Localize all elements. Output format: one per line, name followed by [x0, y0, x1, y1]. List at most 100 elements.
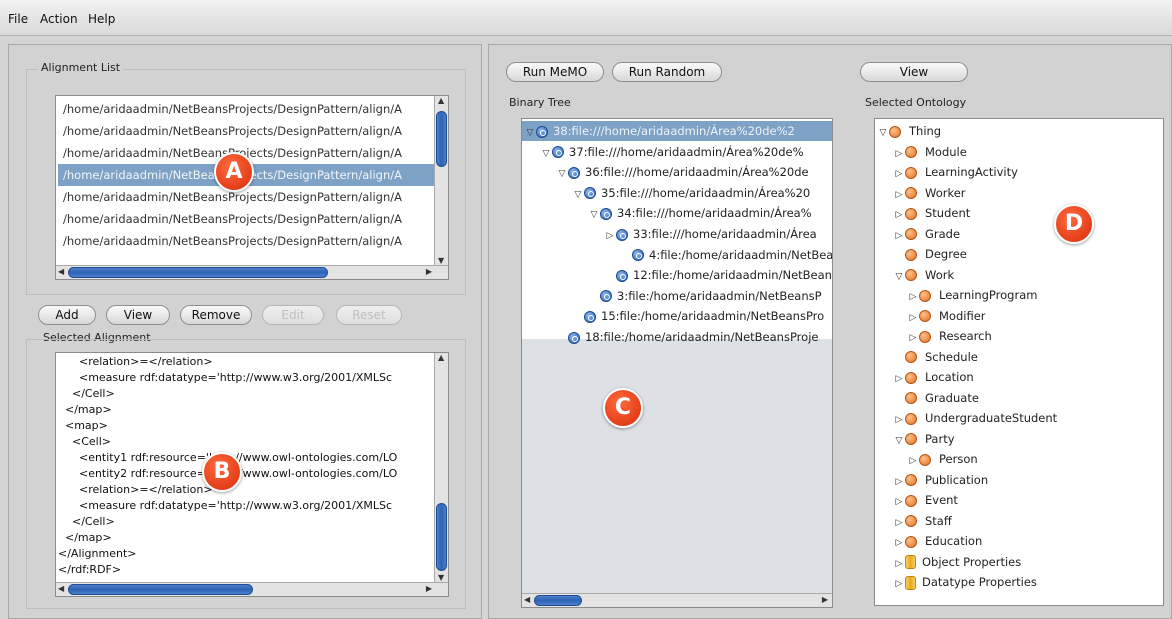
add-button[interactable]: Add: [38, 305, 96, 325]
ontology-node[interactable]: ▷ Module: [893, 142, 967, 162]
alignment-text-vscroll[interactable]: ▲ ▼: [434, 353, 448, 582]
expand-toggle-icon[interactable]: ▷: [907, 308, 919, 328]
binary-tree-view[interactable]: ▽ 38:file:///home/aridaadmin/Área%20de%2 ▽…: [521, 118, 833, 608]
ontology-node[interactable]: ▽ Thing: [877, 121, 942, 143]
edit-button[interactable]: Edit: [262, 305, 324, 325]
alignment-list-item[interactable]: /home/aridaadmin/NetBeansProjects/Design…: [58, 208, 446, 230]
expand-toggle-icon[interactable]: ▷: [893, 144, 905, 164]
ontology-node[interactable]: ▷ UndergraduateStudent: [893, 408, 1058, 430]
expand-toggle-icon[interactable]: ▷: [893, 410, 905, 430]
scroll-right-icon[interactable]: ▶: [426, 267, 432, 276]
expand-toggle-icon[interactable]: ▷: [893, 164, 905, 184]
binary-tree-hscroll[interactable]: ◀ ▶: [522, 593, 832, 607]
scroll-up-icon[interactable]: ▲: [438, 96, 444, 105]
alignment-list-item[interactable]: /home/aridaadmin/NetBeansProjects/Design…: [58, 142, 446, 164]
expand-toggle-icon[interactable]: ▷: [893, 205, 905, 225]
expand-toggle-icon[interactable]: ▷: [893, 554, 905, 574]
scroll-down-icon[interactable]: ▼: [438, 256, 444, 265]
binary-tree-node[interactable]: ▽ 36:file:///home/aridaadmin/Área%20de: [556, 162, 809, 182]
expand-toggle-icon[interactable]: ▷: [893, 492, 905, 512]
expand-toggle-icon[interactable]: ▷: [893, 533, 905, 553]
remove-button[interactable]: Remove: [180, 305, 252, 325]
ontology-node[interactable]: ▷ Event: [893, 490, 958, 510]
alignment-list[interactable]: /home/aridaadmin/NetBeansProjects/Design…: [55, 95, 449, 280]
ontology-tree-view[interactable]: ▽ Thing ▷ Module ▷ LearningActivity ▷ Worker ▷ St…: [874, 118, 1164, 606]
ontology-node[interactable]: ▽ Work: [893, 265, 955, 287]
ontology-node[interactable]: ▷ Location: [893, 367, 974, 387]
ontology-node[interactable]: ▷ Worker: [893, 183, 966, 203]
binary-tree-node[interactable]: ▷ 33:file:///home/aridaadmin/Área: [604, 224, 817, 244]
scroll-thumb[interactable]: [436, 111, 447, 167]
binary-tree-node[interactable]: ▽ 35:file:///home/aridaadmin/Área%20: [572, 183, 811, 205]
scroll-thumb[interactable]: [534, 595, 582, 606]
ontology-node[interactable]: ▷ LearningActivity: [893, 162, 1018, 182]
scroll-left-icon[interactable]: ◀: [58, 267, 64, 276]
alignment-list-vscroll[interactable]: ▲ ▼: [434, 96, 448, 265]
alignment-list-item[interactable]: /home/aridaadmin/NetBeansProjects/Design…: [58, 120, 446, 142]
binary-tree-node[interactable]: ▽ 34:file:///home/aridaadmin/Área%: [588, 203, 812, 223]
binary-tree-node-selected[interactable]: ▽ 38:file:///home/aridaadmin/Área%20de%2: [522, 121, 832, 141]
scroll-right-icon[interactable]: ▶: [822, 595, 828, 604]
run-memo-button[interactable]: Run MeMO: [506, 62, 604, 82]
binary-tree-node[interactable]: 4:file:/home/aridaadmin/NetBea: [620, 245, 832, 265]
scroll-thumb[interactable]: [68, 267, 328, 278]
expand-toggle-icon[interactable]: ▽: [572, 185, 584, 205]
alignment-list-item[interactable]: /home/aridaadmin/NetBeansProjects/Design…: [58, 186, 446, 208]
ontology-node[interactable]: ▷ Publication: [893, 470, 989, 492]
menu-help[interactable]: Help: [88, 12, 115, 26]
ontology-node[interactable]: ▷ Grade: [893, 224, 961, 246]
expand-toggle-icon[interactable]: ▷: [893, 513, 905, 533]
expand-toggle-icon[interactable]: ▷: [604, 226, 616, 246]
ontology-node[interactable]: ▷ Student: [893, 203, 971, 225]
expand-toggle-icon[interactable]: ▷: [893, 574, 905, 594]
ontology-node[interactable]: Degree: [893, 244, 967, 264]
ontology-node[interactable]: ▷ LearningProgram: [907, 285, 1038, 307]
ontology-node[interactable]: Schedule: [893, 347, 978, 367]
alignment-list-item[interactable]: /home/aridaadmin/NetBeansProjects/Design…: [58, 98, 446, 120]
expand-toggle-icon[interactable]: ▷: [893, 226, 905, 246]
scroll-down-icon[interactable]: ▼: [438, 573, 444, 582]
scroll-right-icon[interactable]: ▶: [426, 584, 432, 593]
expand-toggle-icon[interactable]: ▽: [893, 431, 905, 451]
ontology-node[interactable]: ▽ Party: [893, 429, 955, 449]
menu-file[interactable]: File: [8, 12, 28, 26]
expand-toggle-icon[interactable]: ▽: [893, 267, 905, 287]
reset-button[interactable]: Reset: [336, 305, 402, 325]
binary-tree-node[interactable]: 18:file:/home/aridaadmin/NetBeansProje: [556, 327, 818, 347]
scroll-left-icon[interactable]: ◀: [58, 584, 64, 593]
expand-toggle-icon[interactable]: ▷: [893, 472, 905, 492]
alignment-text-hscroll[interactable]: ◀ ▶: [56, 582, 448, 596]
expand-toggle-icon[interactable]: ▽: [524, 123, 536, 143]
binary-tree-node[interactable]: 3:file:/home/aridaadmin/NetBeansP: [588, 286, 822, 306]
ontology-node[interactable]: ▷ Education: [893, 531, 983, 553]
ontology-node[interactable]: ▷ Research: [907, 326, 992, 346]
expand-toggle-icon[interactable]: ▽: [540, 144, 552, 164]
run-random-button[interactable]: Run Random: [612, 62, 722, 82]
expand-toggle-icon[interactable]: ▷: [893, 185, 905, 205]
expand-toggle-icon[interactable]: ▽: [556, 164, 568, 184]
ontology-node[interactable]: ▷ Datatype Properties: [893, 572, 1037, 592]
binary-tree-node[interactable]: ▽ 37:file:///home/aridaadmin/Área%20de%: [540, 142, 804, 162]
expand-toggle-icon[interactable]: ▷: [907, 328, 919, 348]
view-button[interactable]: View: [860, 62, 968, 82]
scroll-thumb[interactable]: [436, 503, 447, 571]
ontology-node[interactable]: ▷ Person: [907, 449, 978, 469]
expand-toggle-icon[interactable]: ▽: [877, 123, 889, 143]
expand-toggle-icon[interactable]: ▽: [588, 205, 600, 225]
ontology-node[interactable]: Graduate: [893, 388, 979, 408]
alignment-list-item[interactable]: /home/aridaadmin/NetBeansProjects/Design…: [58, 230, 446, 252]
alignment-list-hscroll[interactable]: ◀ ▶: [56, 265, 448, 279]
selected-alignment-text[interactable]: <relation>=</relation> <measure rdf:data…: [55, 352, 449, 597]
view-alignment-button[interactable]: View: [106, 305, 170, 325]
binary-tree-node[interactable]: 12:file:/home/aridaadmin/NetBean: [604, 265, 832, 285]
ontology-node[interactable]: ▷ Modifier: [907, 306, 986, 326]
scroll-thumb[interactable]: [68, 584, 253, 595]
expand-toggle-icon[interactable]: ▷: [907, 287, 919, 307]
binary-tree-node[interactable]: 15:file:/home/aridaadmin/NetBeansPro: [572, 306, 824, 326]
ontology-node[interactable]: ▷ Staff: [893, 511, 952, 531]
ontology-node[interactable]: ▷ Object Properties: [893, 552, 1021, 572]
scroll-up-icon[interactable]: ▲: [438, 353, 444, 362]
expand-toggle-icon[interactable]: ▷: [907, 451, 919, 471]
menu-action[interactable]: Action: [40, 12, 78, 26]
scroll-left-icon[interactable]: ◀: [524, 595, 530, 604]
